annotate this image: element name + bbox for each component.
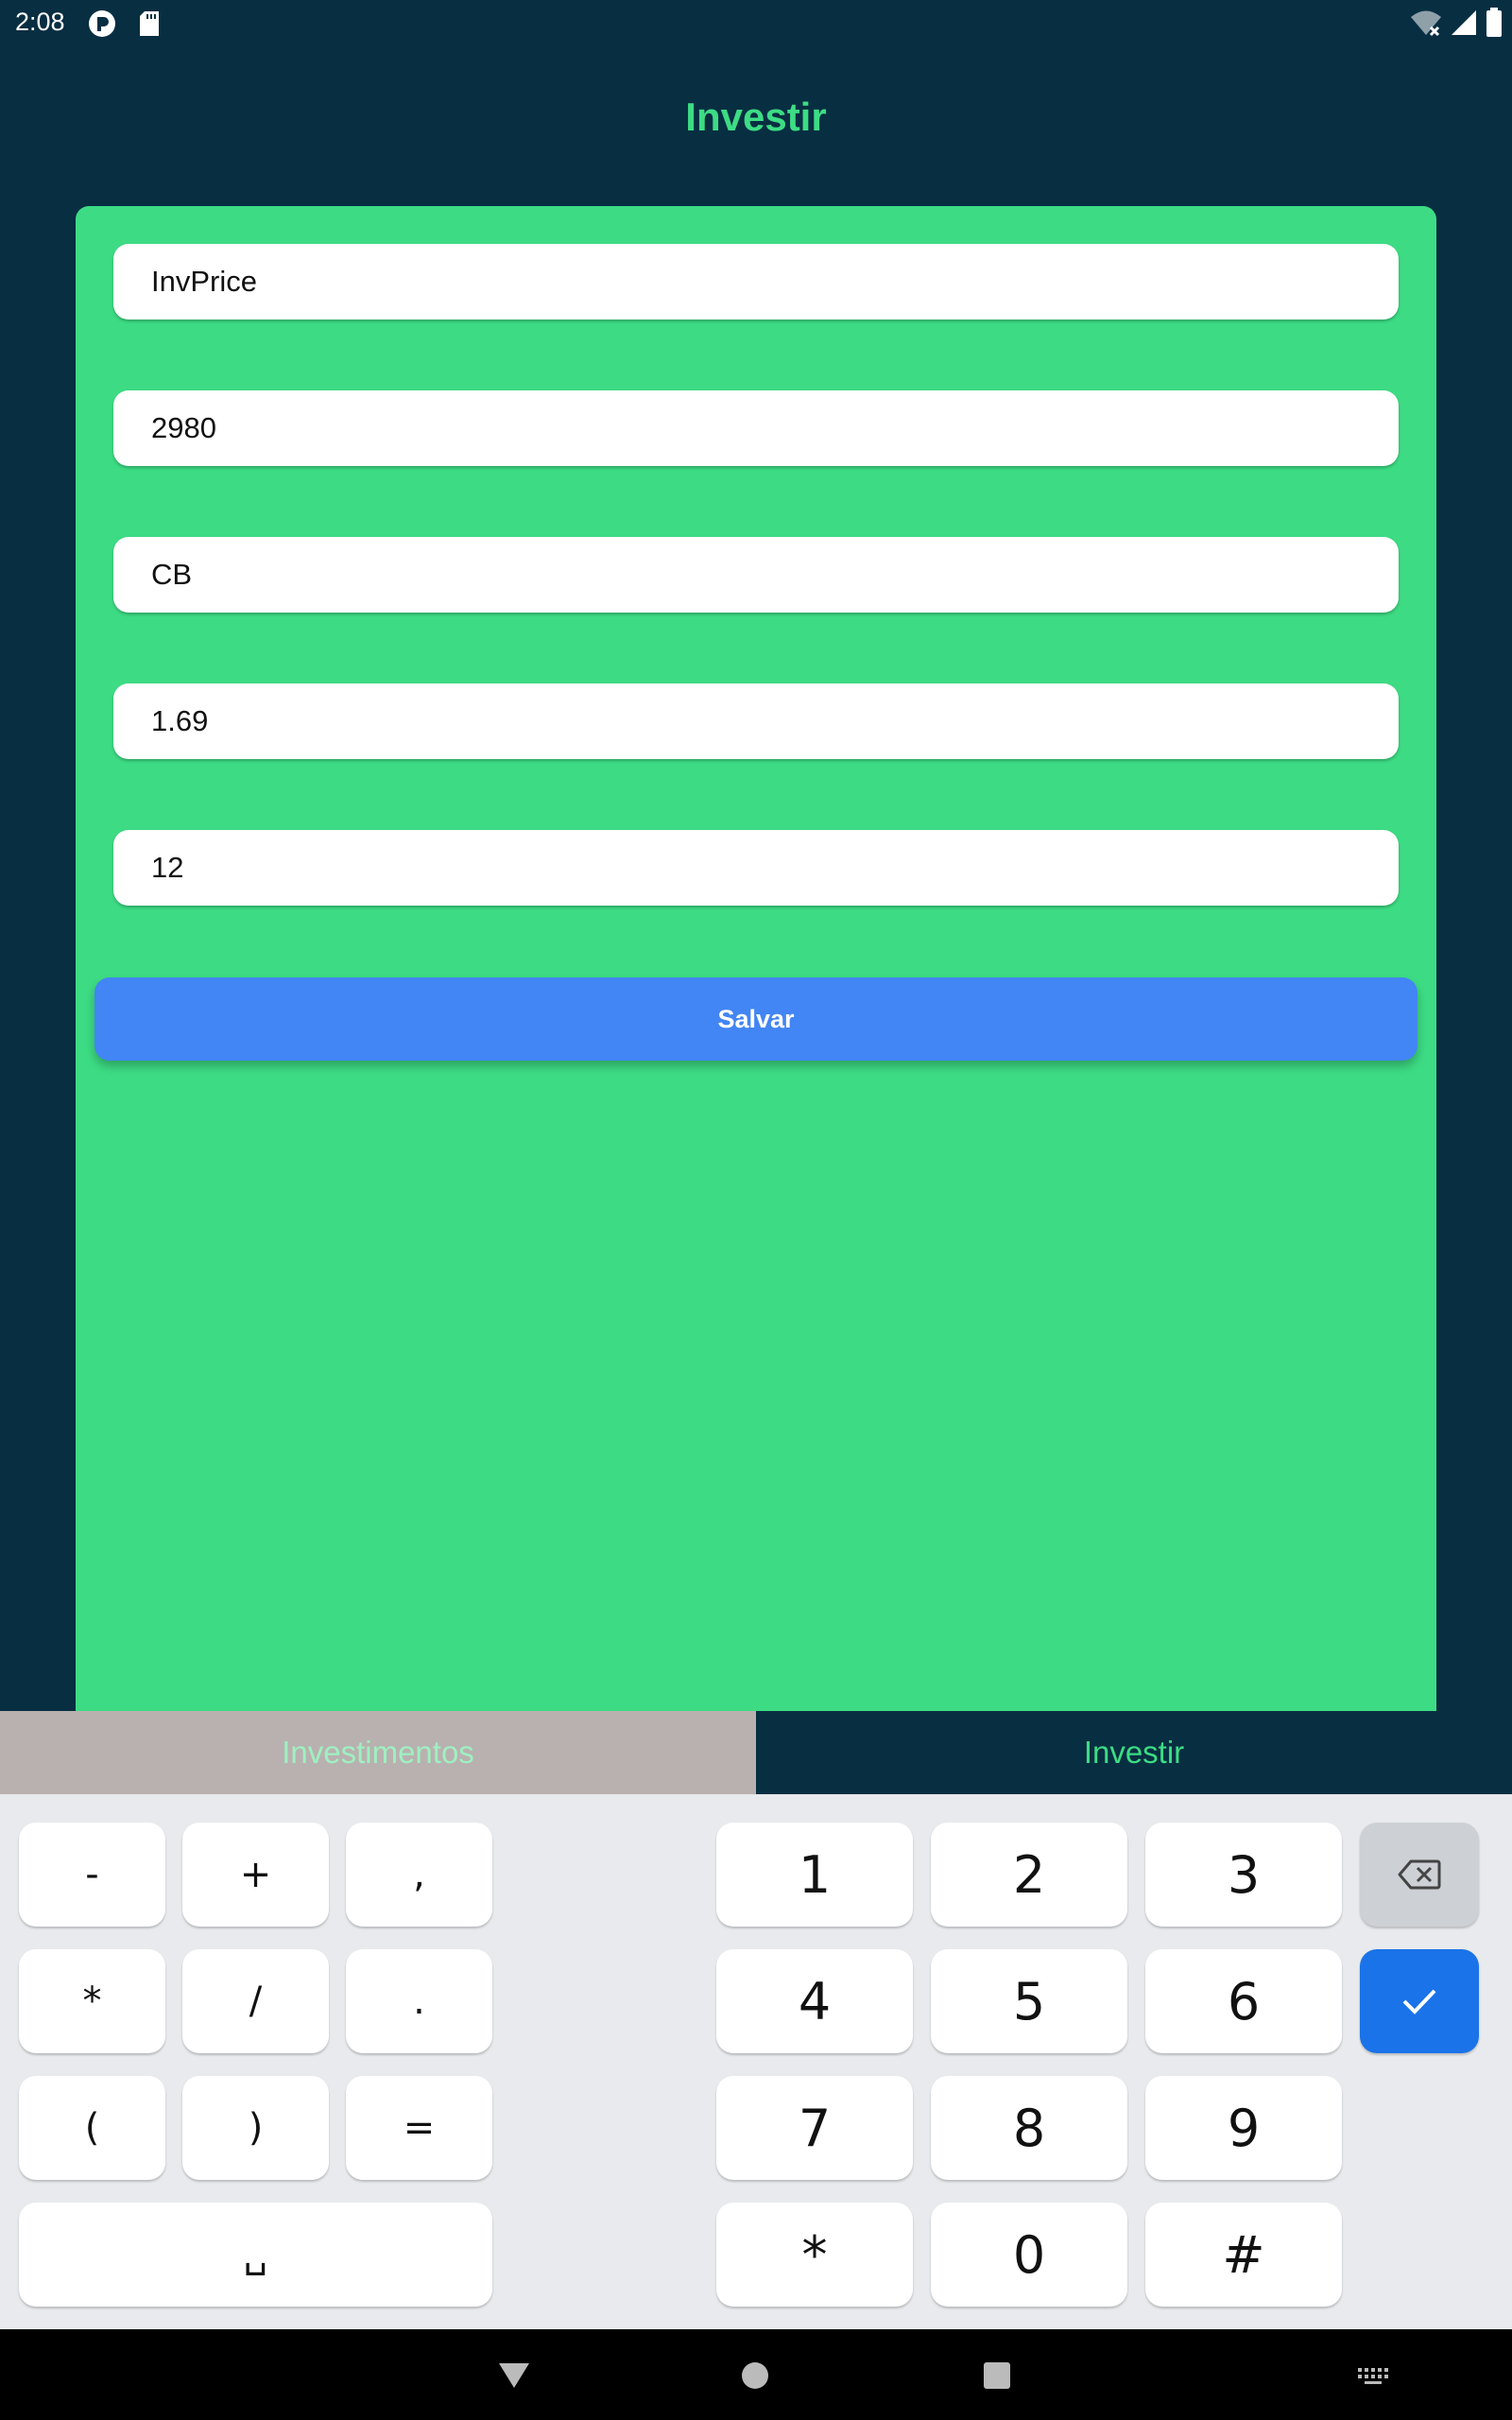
backspace-icon (1398, 1859, 1441, 1890)
key-hash[interactable]: # (1145, 2203, 1342, 2307)
wifi-icon (1411, 10, 1441, 37)
tab-investimentos[interactable]: Investimentos (0, 1711, 756, 1794)
page-title: Investir (685, 95, 827, 139)
key-1[interactable]: 1 (716, 1823, 913, 1927)
status-bar: 2:08 (0, 0, 1512, 49)
recents-icon[interactable] (983, 2361, 1011, 2390)
key-minus[interactable]: - (19, 1823, 165, 1927)
key-4[interactable]: 4 (716, 1949, 913, 2053)
name-input[interactable]: InvPrice (113, 244, 1399, 320)
key-comma[interactable]: , (346, 1823, 492, 1927)
save-button[interactable]: Salvar (94, 977, 1418, 1061)
key-multiply[interactable]: * (19, 1949, 165, 2053)
key-equals[interactable]: = (346, 2076, 492, 2180)
type-input[interactable]: CB (113, 537, 1399, 613)
numeric-keyboard: - + , * / . ( ) = ␣ 1 2 3 4 5 6 7 8 9 * … (0, 1794, 1512, 2329)
bottom-tab-bar: Investimentos Investir (0, 1711, 1512, 1794)
key-star[interactable]: * (716, 2203, 913, 2307)
key-6[interactable]: 6 (1145, 1949, 1342, 2053)
key-9[interactable]: 9 (1145, 2076, 1342, 2180)
battery-icon (1486, 8, 1502, 37)
check-icon (1402, 1989, 1436, 2014)
key-space[interactable]: ␣ (19, 2203, 492, 2307)
investment-form: InvPrice 2980 CB 1.69 12 Salvar (76, 206, 1436, 1711)
key-open-paren[interactable]: ( (19, 2076, 165, 2180)
key-close-paren[interactable]: ) (182, 2076, 329, 2180)
navigation-bar (0, 2329, 1512, 2420)
key-plus[interactable]: + (182, 1823, 329, 1927)
app-notification-icon (89, 10, 115, 37)
status-time: 2:08 (15, 8, 65, 36)
done-key[interactable] (1360, 1949, 1479, 2053)
cell-signal-icon (1452, 10, 1476, 35)
key-0[interactable]: 0 (931, 2203, 1127, 2307)
back-icon[interactable] (497, 2361, 531, 2390)
amount-input[interactable]: 2980 (113, 390, 1399, 466)
tab-investir[interactable]: Investir (756, 1711, 1512, 1794)
key-divide[interactable]: / (182, 1949, 329, 2053)
key-2[interactable]: 2 (931, 1823, 1127, 1927)
home-icon[interactable] (741, 2361, 769, 2390)
sd-card-icon (140, 11, 159, 36)
key-3[interactable]: 3 (1145, 1823, 1342, 1927)
keyboard-switch-icon[interactable] (1357, 2367, 1391, 2386)
key-7[interactable]: 7 (716, 2076, 913, 2180)
key-5[interactable]: 5 (931, 1949, 1127, 2053)
key-8[interactable]: 8 (931, 2076, 1127, 2180)
backspace-key[interactable] (1360, 1823, 1479, 1927)
key-period[interactable]: . (346, 1949, 492, 2053)
rate-input[interactable]: 1.69 (113, 683, 1399, 759)
period-input[interactable]: 12 (113, 830, 1399, 906)
